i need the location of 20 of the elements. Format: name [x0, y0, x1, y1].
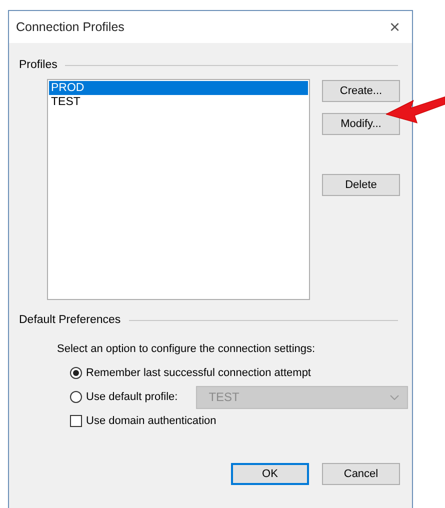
option-label: Remember last successful connection attempt	[86, 367, 311, 379]
dialog-button[interactable]: Cancel	[322, 463, 400, 485]
group-label: Profiles	[19, 59, 58, 71]
profile-list[interactable]: PROD TEST	[47, 79, 310, 300]
dialog-button[interactable]: OK	[231, 463, 309, 485]
profile-button[interactable]: Create...	[322, 80, 400, 102]
list-item[interactable]: PROD	[49, 81, 308, 95]
option-label: Use domain authentication	[86, 415, 216, 427]
radio-button[interactable]	[70, 367, 82, 379]
chevron-icon	[390, 394, 399, 400]
instruction-text: Select an option to configure the connection settings:	[57, 343, 316, 355]
profile-button[interactable]: Modify...	[322, 113, 400, 135]
profile-button[interactable]: Delete	[322, 174, 400, 196]
checkbox[interactable]	[70, 415, 82, 427]
close-button[interactable]: ×	[389, 16, 400, 38]
list-item[interactable]: TEST	[49, 95, 308, 109]
radio-button[interactable]	[70, 391, 82, 403]
window-title: Connection Profiles	[16, 20, 124, 34]
group-label: Default Preferences	[19, 314, 121, 326]
option-label: Use default profile:	[86, 391, 178, 403]
